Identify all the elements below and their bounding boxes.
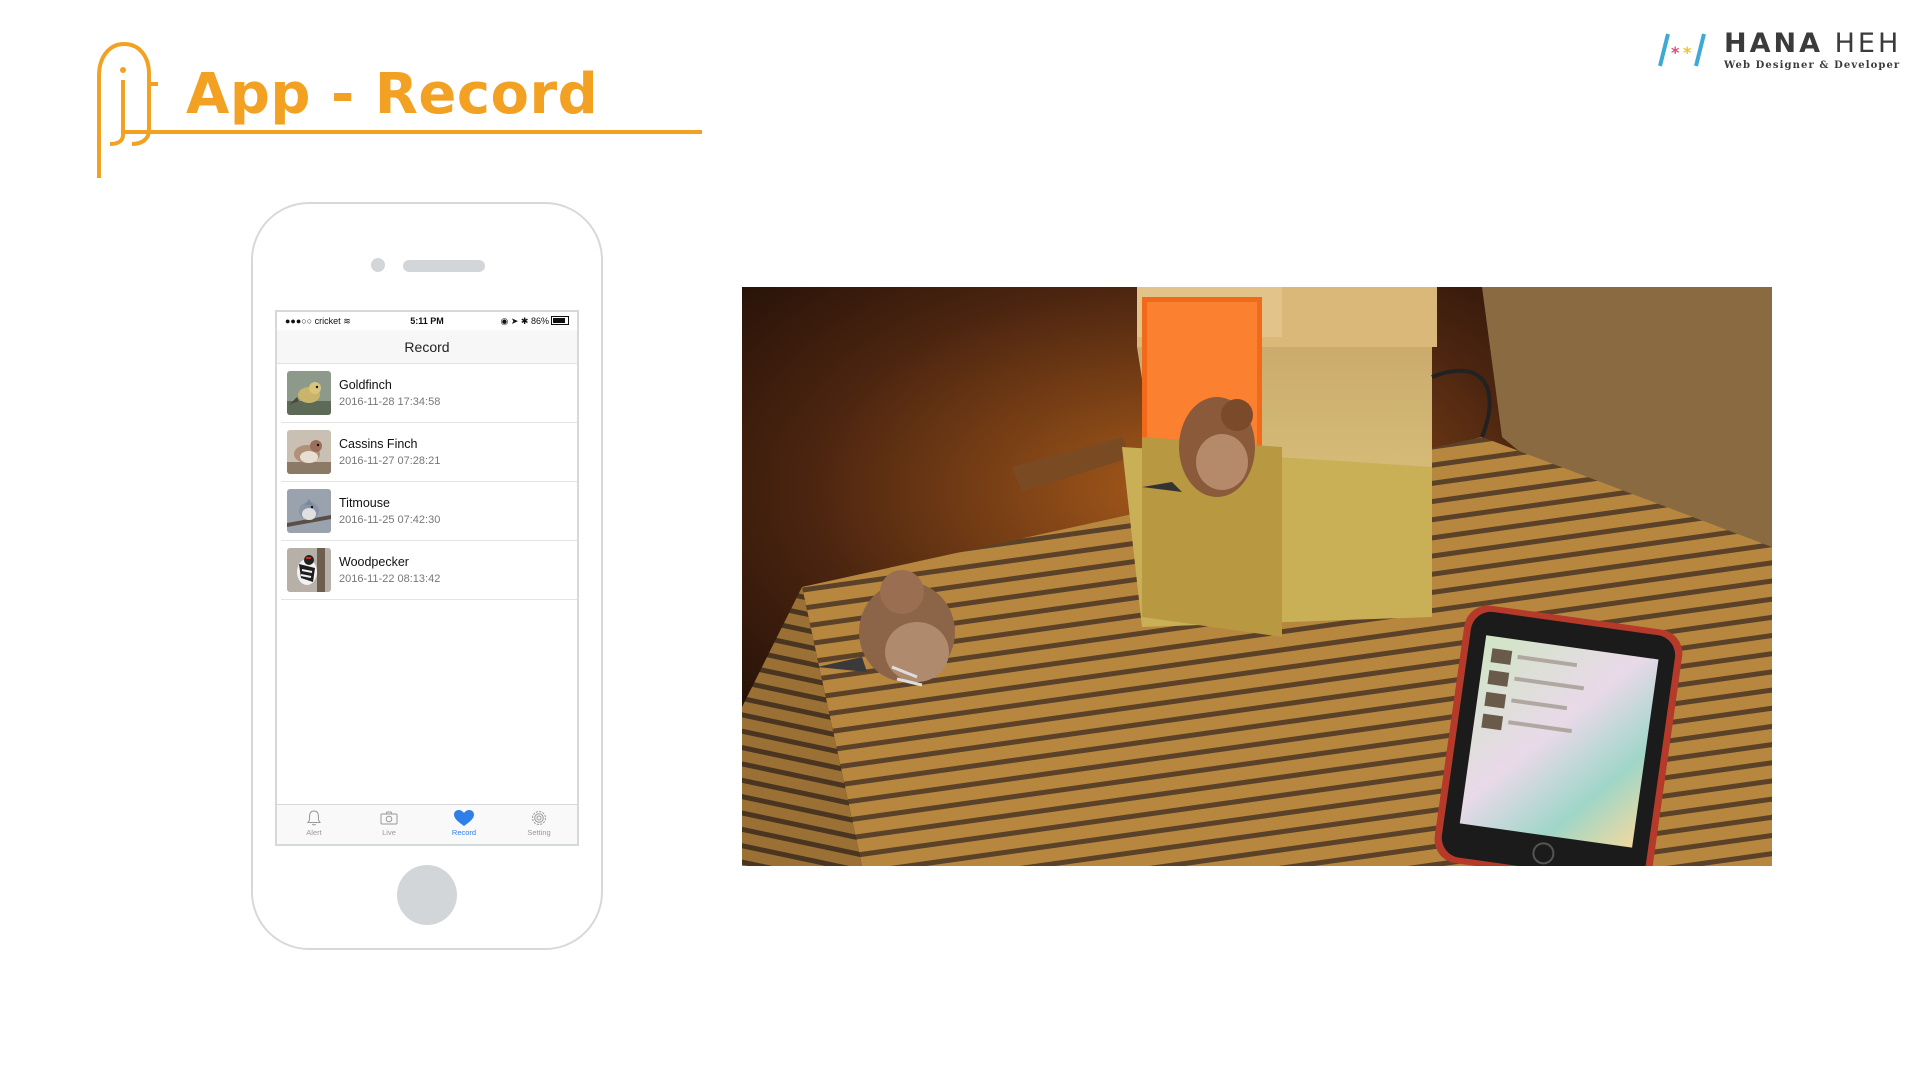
brand-name-light: HEH [1834,28,1902,59]
list-item[interactable]: Cassins Finch 2016-11-27 07:28:21 [281,423,577,482]
phone-speaker [403,260,485,272]
battery-icon [551,316,569,325]
bird-logo-icon [96,40,160,180]
heart-icon [454,810,474,826]
tab-label: Record [451,828,477,837]
record-name: Cassins Finch [339,437,418,451]
title-underline [122,130,702,134]
record-list: Goldfinch 2016-11-28 17:34:58 Cassins Fi… [277,364,577,600]
tab-bar: Alert Live Record Setting [277,804,577,844]
svg-text:*: * [1683,43,1692,62]
brand-logo: * * HANA HEH Web Designer & Developer [1650,28,1900,72]
phone-camera [371,258,385,272]
svg-text:*: * [1671,43,1680,62]
brand-name-bold: HANA [1724,28,1823,59]
brand-name: HANA HEH [1724,28,1901,59]
record-date: 2016-11-28 17:34:58 [339,396,441,408]
slide: App - Record * * HANA HEH Web Designer &… [0,0,1920,1080]
titmouse-thumbnail [287,489,331,533]
list-item[interactable]: Titmouse 2016-11-25 07:42:30 [281,482,577,541]
gear-icon [532,811,546,825]
bell-icon [307,810,321,826]
bird-feeder-photo [742,287,1772,866]
battery-percent: 86% [530,316,549,326]
brand-tagline: Web Designer & Developer [1724,60,1901,71]
tab-record[interactable]: Record [427,805,501,844]
record-name: Titmouse [339,496,390,510]
tab-label: Live [382,828,396,837]
page-title: App - Record [186,62,599,127]
tab-label: Alert [306,828,322,837]
tab-label: Setting [527,828,551,837]
phone-mockup: ●●●○○ cricket ≋ 5:11 PM ◉ ➤ ✱ 86% Record [251,202,603,950]
record-date: 2016-11-27 07:28:21 [339,455,441,467]
nav-title: Record [277,330,577,364]
list-item[interactable]: Goldfinch 2016-11-28 17:34:58 [281,364,577,423]
record-name: Woodpecker [339,555,409,569]
status-bar: ●●●○○ cricket ≋ 5:11 PM ◉ ➤ ✱ 86% [277,312,577,330]
tab-alert[interactable]: Alert [277,805,351,844]
record-date: 2016-11-22 08:13:42 [339,573,441,585]
record-date: 2016-11-25 07:42:30 [339,514,441,526]
tab-setting[interactable]: Setting [502,805,576,844]
camera-icon [380,811,398,825]
record-name: Goldfinch [339,378,392,392]
status-right: ◉ ➤ ✱ 86% [501,316,569,327]
location-icon: ◉ ➤ ✱ [500,316,529,326]
tab-live[interactable]: Live [352,805,426,844]
cassins-finch-thumbnail [287,430,331,474]
app-screen: ●●●○○ cricket ≋ 5:11 PM ◉ ➤ ✱ 86% Record [275,310,579,846]
brand-slashes-icon: * * [1650,28,1712,72]
goldfinch-thumbnail [287,371,331,415]
list-item[interactable]: Woodpecker 2016-11-22 08:13:42 [281,541,577,600]
woodpecker-thumbnail [287,548,331,592]
phone-home-button [397,865,457,925]
